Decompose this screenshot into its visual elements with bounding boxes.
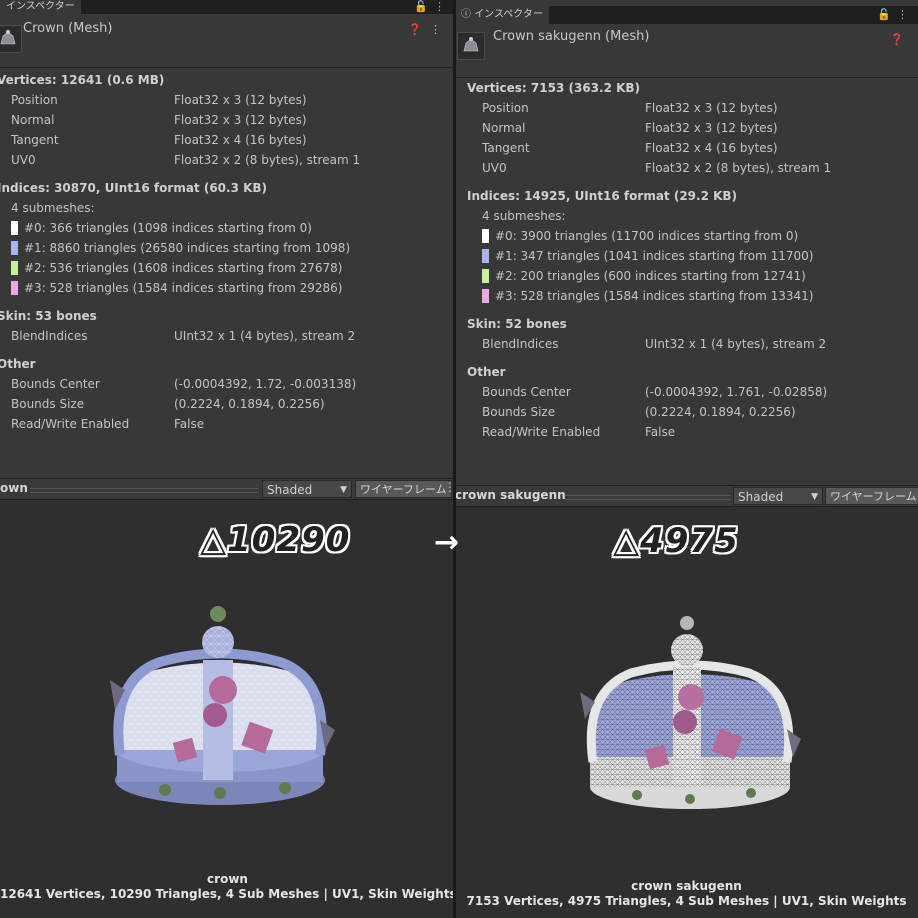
tab-label: インスペクター [474, 9, 543, 20]
panel-divider[interactable] [453, 0, 456, 918]
triangle-count-label: △4975 [613, 521, 739, 561]
indices-header: Indices: 30870, UInt16 format (60.3 KB) [0, 181, 268, 195]
vertices-header: Vertices: 12641 (0.6 MB) [0, 73, 165, 87]
preview-footer-info: 7153 Vertices, 4975 Triangles, 4 Sub Mes… [466, 894, 907, 908]
help-icon[interactable]: ❓ [890, 33, 912, 46]
submeshes-label: 4 submeshes: [11, 201, 95, 215]
triangle-count-label: △10290 [200, 520, 351, 560]
submesh-color-swatch [11, 221, 18, 235]
kebab-menu-icon[interactable]: ⋮ [430, 23, 449, 36]
submesh-row: #1: 8860 triangles (26580 indices starti… [11, 241, 350, 255]
skin-row: BlendIndices UInt32 x 1 (4 bytes), stream… [11, 329, 356, 343]
submesh-row: #3: 528 triangles (1584 indices starting… [11, 281, 343, 295]
preview-footer-name: crown [207, 872, 248, 886]
other-header: Other [467, 365, 506, 379]
attribute-row: UV0 Float32 x 2 (8 bytes), stream 1 [482, 161, 832, 175]
mesh-preview-viewport[interactable]: △4975 crown sakugenn 7153 Vertices, 4975… [455, 507, 918, 918]
submesh-row: #0: 366 triangles (1098 indices starting… [11, 221, 312, 235]
mesh-icon [0, 25, 22, 53]
inspector-panel-left: インスペクター 🔓⋮ Crown (Mesh) ❓⋮ Vertices: 126… [0, 0, 455, 918]
tab-inspector[interactable]: インスペクター [0, 0, 81, 14]
submesh-color-swatch [11, 261, 18, 275]
attribute-row: Tangent Float32 x 4 (16 bytes) [11, 133, 307, 147]
other-row: Bounds Center (-0.0004392, 1.72, -0.00313… [11, 377, 357, 391]
skin-row: BlendIndices UInt32 x 1 (4 bytes), stream… [482, 337, 827, 351]
submesh-color-swatch [11, 241, 18, 255]
crown-mesh-image [580, 616, 801, 809]
preview-toolbar: own Shaded ▼ ワイヤーフレーム ⋮ [0, 478, 455, 500]
submesh-row: #3: 528 triangles (1584 indices starting… [482, 289, 814, 303]
preview-footer-info: 12641 Vertices, 10290 Triangles, 4 Sub M… [0, 887, 455, 901]
shading-dropdown[interactable]: Shaded ▼ [262, 480, 352, 498]
preview-footer-name: crown sakugenn [631, 879, 742, 893]
submesh-color-swatch [482, 249, 489, 263]
dropdown-arrow-icon: ▼ [340, 485, 347, 495]
crown-mesh-image [110, 606, 335, 805]
kebab-menu-icon[interactable]: ⋮ [897, 8, 914, 21]
preview-slider[interactable] [30, 488, 258, 493]
header-icons: ❓ [890, 33, 912, 46]
attribute-row: UV0 Float32 x 2 (8 bytes), stream 1 [11, 153, 361, 167]
indices-header: Indices: 14925, UInt16 format (29.2 KB) [467, 189, 738, 203]
wireframe-button[interactable]: ワイヤーフレーム [355, 480, 452, 498]
submesh-row: #1: 347 triangles (1041 indices starting… [482, 249, 814, 263]
preview-toolbar: crown sakugenn Shaded ▼ ワイヤーフレーム [455, 485, 918, 507]
tab-icons: 🔓⋮ [414, 0, 451, 14]
dropdown-arrow-icon: ▼ [811, 492, 818, 502]
mesh-preview-viewport[interactable]: △10290 crown 12641 Vertices, 10290 Trian [0, 500, 455, 918]
mesh-title: Crown (Mesh) [23, 21, 113, 36]
mesh-title: Crown sakugenn (Mesh) [493, 29, 650, 44]
submesh-row: #2: 536 triangles (1608 indices starting… [11, 261, 343, 275]
kebab-menu-icon[interactable]: ⋮ [434, 0, 451, 13]
preview-slider[interactable] [565, 495, 730, 500]
preview-name: crown sakugenn [455, 488, 566, 502]
submesh-color-swatch [482, 269, 489, 283]
tab-bar: ⓘ インスペクター 🔓⋮ [455, 6, 918, 24]
other-header: Other [0, 357, 36, 371]
attribute-row: Normal Float32 x 3 (12 bytes) [11, 113, 307, 127]
wireframe-button[interactable]: ワイヤーフレーム [825, 487, 918, 505]
tab-label: インスペクター [6, 1, 75, 12]
attribute-row: Position Float32 x 3 (12 bytes) [11, 93, 307, 107]
help-icon[interactable]: ❓ [408, 23, 430, 36]
header-icons: ❓⋮ [408, 23, 449, 36]
inspector-panel-right: ⓘ インスペクター 🔓⋮ Crown sakugenn (Mesh) ❓ Ver… [455, 0, 918, 918]
mesh-icon [457, 32, 485, 60]
other-row: Bounds Size (0.2224, 0.1894, 0.2256) [11, 397, 325, 411]
other-row: Read/Write Enabled False [11, 417, 205, 431]
other-row: Bounds Center (-0.0004392, 1.761, -0.0285… [482, 385, 828, 399]
submesh-color-swatch [482, 229, 489, 243]
shading-dropdown[interactable]: Shaded ▼ [733, 487, 823, 505]
skin-header: Skin: 52 bones [467, 317, 567, 331]
tab-icons: 🔓⋮ [877, 6, 914, 24]
submesh-row: #2: 200 triangles (600 indices starting … [482, 269, 806, 283]
attribute-row: Position Float32 x 3 (12 bytes) [482, 101, 778, 115]
comparison-arrow: → [434, 525, 460, 560]
lock-icon[interactable]: 🔓 [414, 0, 434, 13]
tab-bar: インスペクター 🔓⋮ [0, 0, 455, 14]
tab-inspector[interactable]: ⓘ インスペクター [455, 6, 549, 24]
preview-name: own [0, 481, 28, 495]
submesh-row: #0: 3900 triangles (11700 indices starti… [482, 229, 798, 243]
other-row: Bounds Size (0.2224, 0.1894, 0.2256) [482, 405, 796, 419]
attribute-row: Tangent Float32 x 4 (16 bytes) [482, 141, 778, 155]
inspector-header: Crown (Mesh) ❓⋮ [0, 15, 455, 68]
submeshes-label: 4 submeshes: [482, 209, 566, 223]
submesh-color-swatch [482, 289, 489, 303]
inspector-header: Crown sakugenn (Mesh) ❓ [455, 25, 918, 78]
submesh-color-swatch [11, 281, 18, 295]
attribute-row: Normal Float32 x 3 (12 bytes) [482, 121, 778, 135]
vertices-header: Vertices: 7153 (363.2 KB) [467, 81, 641, 95]
other-row: Read/Write Enabled False [482, 425, 676, 439]
skin-header: Skin: 53 bones [0, 309, 97, 323]
info-icon: ⓘ [461, 9, 475, 20]
lock-icon[interactable]: 🔓 [877, 8, 897, 21]
